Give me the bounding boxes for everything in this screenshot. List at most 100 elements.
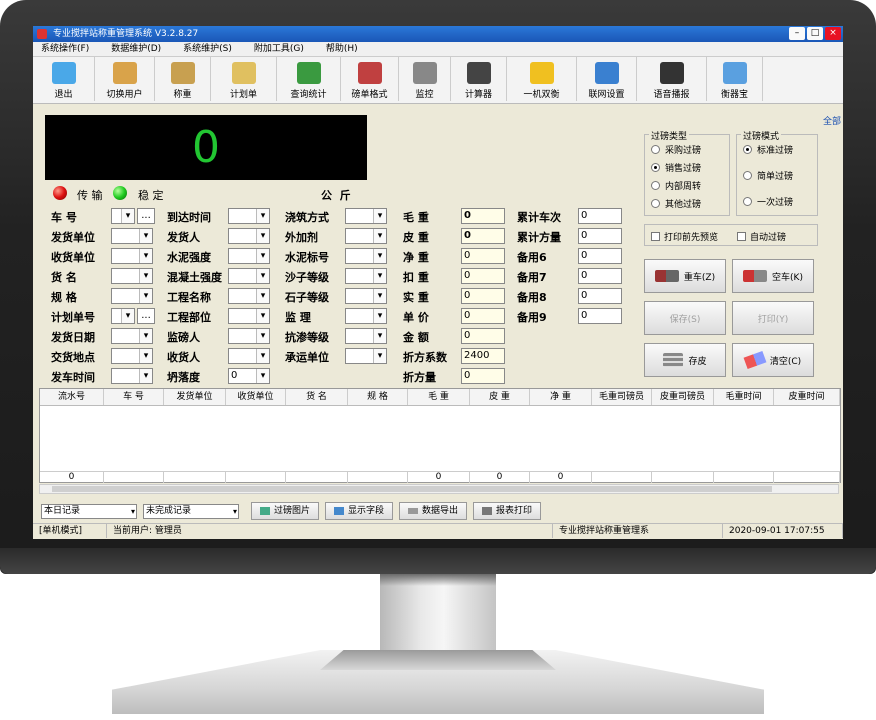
toolbar-plan-button[interactable]: 计划单 (211, 57, 277, 101)
minimize-icon[interactable]: – (789, 27, 805, 40)
field-select[interactable] (228, 328, 270, 344)
toolbar-truck-button[interactable]: 一机双衡 (507, 57, 577, 101)
record-filter-select[interactable]: 本日记录 (41, 503, 137, 519)
field-select[interactable] (111, 348, 153, 364)
summary-field-value[interactable]: 0 (578, 308, 622, 324)
preview-before-print-checkbox[interactable]: 打印前先预览 (651, 230, 718, 243)
field-select[interactable] (345, 228, 387, 244)
summary-field-value[interactable]: 0 (578, 228, 622, 244)
table-column-header[interactable]: 毛重司磅员 (592, 389, 652, 405)
toolbar-tools-button[interactable]: 磅单格式 (341, 57, 399, 101)
field-select[interactable] (345, 268, 387, 284)
save-button[interactable]: 保存(S) (644, 301, 726, 335)
table-column-header[interactable]: 毛 重 (408, 389, 470, 405)
toolbar-microphone-button[interactable]: 语音播报 (637, 57, 707, 101)
plate-lookup-button[interactable]: ... (137, 308, 155, 324)
weight-field-value[interactable]: 0 (461, 328, 505, 344)
weight-field-value[interactable]: 2400 (461, 348, 505, 364)
field-select[interactable] (111, 248, 153, 264)
empty-truck-button[interactable]: 空车(K) (732, 259, 814, 293)
horizontal-scrollbar[interactable] (39, 484, 839, 494)
table-column-header[interactable]: 皮重时间 (774, 389, 840, 405)
field-select[interactable] (228, 208, 270, 224)
weigh-type-radio[interactable]: 采购过磅 (651, 143, 701, 156)
status-filter-select[interactable]: 未完成记录 (143, 503, 239, 519)
field-select[interactable] (228, 248, 270, 264)
table-column-header[interactable]: 皮 重 (470, 389, 530, 405)
table-column-header[interactable]: 收货单位 (226, 389, 286, 405)
field-select[interactable] (111, 288, 153, 304)
toolbar-network-button[interactable]: 联网设置 (577, 57, 637, 101)
weigh-type-radio[interactable]: 其他过磅 (651, 197, 701, 210)
table-column-header[interactable]: 毛重时间 (714, 389, 774, 405)
field-select[interactable] (228, 308, 270, 324)
table-column-header[interactable]: 皮重司磅员 (652, 389, 714, 405)
menu-data-maintenance[interactable]: 数据维护(D) (111, 42, 161, 56)
weigh-mode-radio[interactable]: 一次过磅 (743, 195, 793, 208)
field-select[interactable] (345, 328, 387, 344)
summary-field-value[interactable]: 0 (578, 248, 622, 264)
menu-system-maintenance[interactable]: 系统维护(S) (183, 42, 232, 56)
weight-field-value[interactable]: 0 (461, 368, 505, 384)
field-select[interactable] (111, 228, 153, 244)
weigh-type-radio[interactable]: 销售过磅 (651, 161, 701, 174)
summary-field-value[interactable]: 0 (578, 268, 622, 284)
field-select[interactable] (228, 228, 270, 244)
field-select[interactable] (111, 368, 153, 384)
toolbar-phone-button[interactable]: 衡器宝 (707, 57, 763, 101)
print-button[interactable]: 打印(Y) (732, 301, 814, 335)
toolbar-exit-button[interactable]: 退出 (33, 57, 95, 101)
field-select[interactable] (228, 288, 270, 304)
table-column-header[interactable]: 货 名 (286, 389, 348, 405)
scrollbar-thumb[interactable] (52, 486, 772, 492)
table-column-header[interactable]: 车 号 (104, 389, 164, 405)
field-select[interactable] (111, 208, 135, 224)
menu-system-ops[interactable]: 系统操作(F) (41, 42, 89, 56)
field-select[interactable] (345, 348, 387, 364)
export-button[interactable]: 数据导出 (399, 502, 468, 520)
field-select[interactable] (111, 268, 153, 284)
weigh-type-radio[interactable]: 内部周转 (651, 179, 701, 192)
weight-field-value[interactable]: 0 (461, 248, 505, 264)
close-icon[interactable]: × (825, 27, 841, 40)
weigh-photo-button[interactable]: 过磅图片 (251, 502, 320, 520)
weigh-mode-radio[interactable]: 标准过磅 (743, 143, 793, 156)
field-select[interactable] (228, 348, 270, 364)
weight-field-value[interactable]: 0 (461, 228, 505, 244)
heavy-truck-button[interactable]: 重车(Z) (644, 259, 726, 293)
toolbar-calculator-button[interactable]: 计算器 (451, 57, 507, 101)
field-select[interactable] (345, 248, 387, 264)
weight-field-value[interactable]: 0 (461, 208, 505, 224)
menu-help[interactable]: 帮助(H) (326, 42, 358, 56)
field-select[interactable] (345, 208, 387, 224)
weight-field-value[interactable]: 0 (461, 288, 505, 304)
toolbar-scale-button[interactable]: 称重 (155, 57, 211, 101)
summary-field-value[interactable]: 0 (578, 208, 622, 224)
report-print-button[interactable]: 报表打印 (473, 502, 542, 520)
field-select[interactable] (345, 288, 387, 304)
toolbar-stats-button[interactable]: 查询统计 (277, 57, 341, 101)
table-column-header[interactable]: 规 格 (348, 389, 408, 405)
records-table[interactable]: 流水号车 号发货单位 收货单位货 名规 格毛 重皮 重净 重毛重司磅员 皮重司磅员毛… (39, 388, 841, 483)
toolbar-camera-button[interactable]: 监控 (399, 57, 451, 101)
summary-field-value[interactable]: 0 (578, 288, 622, 304)
weight-field-value[interactable]: 0 (461, 268, 505, 284)
show-fields-button[interactable]: 显示字段 (325, 502, 394, 520)
weigh-mode-radio[interactable]: 简单过磅 (743, 169, 793, 182)
table-column-header[interactable]: 流水号 (40, 389, 104, 405)
auto-weigh-checkbox[interactable]: 自动过磅 (737, 230, 786, 243)
plate-lookup-button[interactable]: ... (137, 208, 155, 224)
field-select[interactable]: 0 (228, 368, 270, 384)
clear-button[interactable]: 清空(C) (732, 343, 814, 377)
toolbar-switch-user-button[interactable]: 切换用户 (95, 57, 155, 101)
field-select[interactable] (228, 268, 270, 284)
table-column-header[interactable]: 发货单位 (164, 389, 226, 405)
full-link[interactable]: 全部 (823, 114, 841, 127)
field-select[interactable] (345, 308, 387, 324)
save-tare-button[interactable]: 存皮 (644, 343, 726, 377)
weight-field-value[interactable]: 0 (461, 308, 505, 324)
table-column-header[interactable]: 净 重 (530, 389, 592, 405)
field-select[interactable] (111, 328, 153, 344)
menu-tools[interactable]: 附加工具(G) (254, 42, 304, 56)
maximize-icon[interactable]: □ (807, 27, 823, 40)
